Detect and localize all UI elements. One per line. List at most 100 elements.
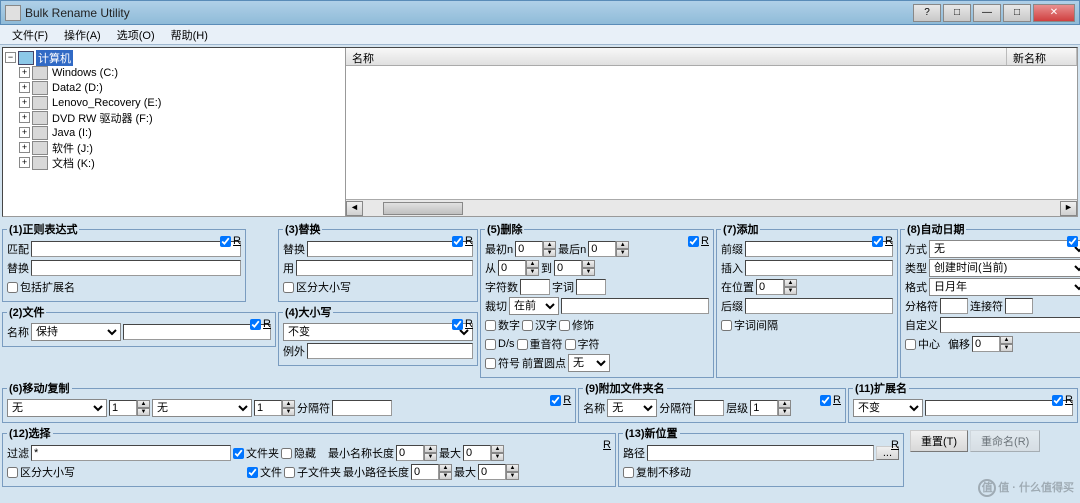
append-enable-check[interactable] (820, 395, 831, 406)
file-name-select[interactable]: 保持 (31, 323, 121, 341)
menu-file[interactable]: 文件(F) (4, 25, 56, 45)
spin-down-icon[interactable]: ▼ (1000, 344, 1013, 352)
reset-link[interactable]: R (603, 439, 611, 451)
spin-down-icon[interactable]: ▼ (506, 472, 519, 480)
case-select[interactable]: 不变 (283, 323, 473, 341)
date-sep-input[interactable] (940, 298, 968, 314)
file-enable-check[interactable] (250, 319, 261, 330)
sel-maxname-input[interactable] (463, 445, 491, 461)
move-enable-check[interactable] (550, 395, 561, 406)
add-suffix-input[interactable] (745, 298, 893, 314)
spin-up-icon[interactable]: ▲ (506, 464, 519, 472)
append-name-select[interactable]: 无 (607, 399, 657, 417)
tree-node[interactable]: Data2 (D:) (50, 82, 105, 94)
scroll-right-icon[interactable]: ► (1060, 201, 1077, 216)
del-to-input[interactable] (554, 260, 582, 276)
repl-case-check[interactable] (283, 282, 294, 293)
expand-icon[interactable]: + (19, 157, 30, 168)
minimize-button[interactable]: — (973, 4, 1001, 22)
sel-maxpath-input[interactable] (478, 464, 506, 480)
fullscreen-button[interactable]: □ (943, 4, 971, 22)
spin-down-icon[interactable]: ▼ (491, 453, 504, 461)
reset-link[interactable]: R (701, 235, 709, 247)
expand-icon[interactable]: + (19, 142, 30, 153)
spin-up-icon[interactable]: ▲ (1000, 336, 1013, 344)
expand-icon[interactable]: + (19, 127, 30, 138)
del-trim-check[interactable] (559, 320, 570, 331)
repl-with-input[interactable] (296, 260, 473, 276)
del-firstn-input[interactable] (515, 241, 543, 257)
regex-inclext-check[interactable] (7, 282, 18, 293)
date-mode-select[interactable]: 无 (929, 240, 1080, 258)
folder-tree[interactable]: − 计算机 +Windows (C:) +Data2 (D:) +Lenovo_… (3, 48, 346, 216)
file-fixed-input[interactable] (123, 324, 271, 340)
date-enable-check[interactable] (1067, 236, 1078, 247)
help-button[interactable]: ? (913, 4, 941, 22)
sel-filter-input[interactable] (31, 445, 231, 461)
repl-enable-check[interactable] (452, 236, 463, 247)
sel-minname-input[interactable] (396, 445, 424, 461)
add-insert-input[interactable] (745, 260, 893, 276)
reset-link[interactable]: R (833, 394, 841, 406)
spin-down-icon[interactable]: ▼ (582, 268, 595, 276)
spin-down-icon[interactable]: ▼ (137, 408, 150, 416)
move-n2-input[interactable] (254, 400, 282, 416)
date-joinsep-input[interactable] (1005, 298, 1033, 314)
del-chars-input[interactable] (520, 279, 550, 295)
append-sep-input[interactable] (694, 400, 724, 416)
spin-up-icon[interactable]: ▲ (137, 400, 150, 408)
sel-subfolders-check[interactable] (284, 467, 295, 478)
add-wordspace-check[interactable] (721, 320, 732, 331)
append-level-input[interactable] (750, 400, 778, 416)
ext-input[interactable] (925, 400, 1073, 416)
spin-up-icon[interactable]: ▲ (491, 445, 504, 453)
add-prefix-input[interactable] (745, 241, 893, 257)
date-custom-input[interactable] (940, 317, 1080, 333)
sel-files-check[interactable] (247, 467, 258, 478)
expand-icon[interactable]: + (19, 112, 30, 123)
column-newname[interactable]: 新名称 (1007, 48, 1077, 65)
move-to-select[interactable]: 无 (152, 399, 252, 417)
tree-node[interactable]: 文档 (K:) (50, 155, 97, 171)
tree-node[interactable]: 软件 (J:) (50, 140, 95, 156)
rename-button[interactable]: 重命名(R) (970, 430, 1040, 452)
reset-link[interactable]: R (891, 439, 899, 451)
spin-up-icon[interactable]: ▲ (526, 260, 539, 268)
reset-link[interactable]: R (465, 318, 473, 330)
add-atpos-input[interactable] (756, 279, 784, 295)
move-sep-input[interactable] (332, 400, 392, 416)
menu-help[interactable]: 帮助(H) (163, 25, 216, 45)
spin-down-icon[interactable]: ▼ (778, 408, 791, 416)
spin-down-icon[interactable]: ▼ (616, 249, 629, 257)
spin-up-icon[interactable]: ▲ (778, 400, 791, 408)
date-type-select[interactable]: 创建时间(当前) (929, 259, 1080, 277)
tree-root[interactable]: 计算机 (36, 50, 73, 66)
regex-match-input[interactable] (31, 241, 241, 257)
sel-hidden-check[interactable] (281, 448, 292, 459)
ext-select[interactable]: 不变 (853, 399, 923, 417)
del-han-check[interactable] (522, 320, 533, 331)
column-name[interactable]: 名称 (346, 48, 1007, 65)
reset-link[interactable]: R (885, 235, 893, 247)
file-list[interactable] (346, 66, 1077, 199)
expand-icon[interactable]: + (19, 67, 30, 78)
ext-enable-check[interactable] (1052, 395, 1063, 406)
spin-up-icon[interactable]: ▲ (784, 279, 797, 287)
case-except-input[interactable] (307, 343, 473, 359)
sel-case-check[interactable] (7, 467, 18, 478)
del-crop-input[interactable] (561, 298, 709, 314)
reset-link[interactable]: R (1065, 394, 1073, 406)
del-digits-check[interactable] (485, 320, 496, 331)
move-from-select[interactable]: 无 (7, 399, 107, 417)
tree-node[interactable]: Lenovo_Recovery (E:) (50, 97, 163, 109)
reset-link[interactable]: R (263, 318, 271, 330)
del-accent-check[interactable] (517, 339, 528, 350)
regex-enable-check[interactable] (220, 236, 231, 247)
spin-down-icon[interactable]: ▼ (784, 287, 797, 295)
del-words-input[interactable] (576, 279, 606, 295)
close-button[interactable]: ✕ (1033, 4, 1075, 22)
case-enable-check[interactable] (452, 319, 463, 330)
spin-down-icon[interactable]: ▼ (543, 249, 556, 257)
menu-option[interactable]: 选项(O) (109, 25, 163, 45)
del-ds-check[interactable] (485, 339, 496, 350)
